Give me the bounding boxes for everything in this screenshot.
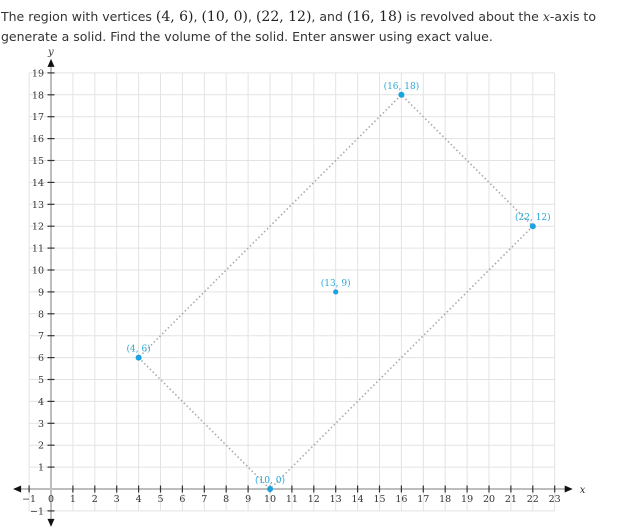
y-tick-label: 1 [38,463,44,474]
x-axis-label: x [580,485,586,496]
x-tick-label: 5 [157,494,163,505]
y-tick-label: 4 [38,397,44,408]
x-axis-left-arrow-icon [13,485,22,493]
x-tick-label: 3 [114,494,120,505]
point-label: (13, 9) [321,278,351,289]
y-tick-label: 13 [32,200,44,211]
x-tick-label: 11 [286,494,298,505]
y-tick-label: 9 [38,287,44,298]
x-tick-label: −1 [22,494,36,505]
y-tick-label: 11 [32,244,44,255]
point-marker [333,289,339,295]
x-tick-label: 23 [549,494,561,505]
x-tick-label: 2 [92,494,98,505]
x-tick-label: 8 [223,494,229,505]
y-tick-label: 18 [32,90,44,101]
x-tick-label: 1 [70,494,76,505]
x-tick-label: 4 [136,494,142,505]
y-tick-label: 10 [32,266,44,277]
x-tick-label: 7 [201,494,207,505]
x-tick-label: 0 [48,494,54,505]
x-tick-label: 14 [352,494,364,505]
y-axis-label: y [47,47,54,58]
y-tick-label: 15 [32,156,44,167]
x-tick-label: 18 [439,494,451,505]
point-marker [267,486,273,492]
x-tick-label: 12 [308,494,320,505]
y-tick-label: 16 [32,134,44,145]
y-tick-label: 2 [38,441,44,452]
y-tick-label: 17 [32,112,44,123]
point-marker [135,354,142,361]
point-marker [529,223,536,230]
y-tick-label: 19 [32,68,44,79]
point-label: (22, 12) [515,212,551,223]
x-axis-right-arrow-icon [564,485,573,493]
x-tick-label: 22 [527,494,539,505]
x-tick-label: 20 [483,494,495,505]
y-tick-label: 5 [38,375,44,386]
y-tick-label: 3 [38,419,44,430]
x-tick-label: 15 [373,494,385,505]
x-tick-label: 6 [179,494,185,505]
point-marker [398,91,405,98]
x-tick-label: 21 [505,494,517,505]
point-label: (16, 18) [384,81,420,92]
axes: xy [13,47,586,527]
x-tick-label: 16 [395,494,407,505]
y-tick-label: 12 [32,222,44,233]
x-tick-label: 19 [461,494,473,505]
y-tick-label: 8 [38,309,44,320]
point-label: (4, 6) [126,344,150,355]
y-tick-label: −1 [30,506,44,517]
grid [28,72,556,512]
coordinate-plane: xy −1 0 1 2 3 4 5 6 7 8 9 10 11 12 13 14 15 16 17 18 19 20 21 2… [13,47,586,527]
y-tick-label: 14 [32,178,44,189]
y-axis-down-arrow-icon [47,518,55,527]
x-tick-label: 17 [417,494,429,505]
point-label: (10, 0) [255,475,285,486]
y-axis-up-arrow-icon [47,58,55,67]
y-tick-label: 7 [38,331,44,342]
points: (4, 6) (10, 0) (22, 12) (16, 18) (13, 9) [126,81,551,492]
x-tick-label: 9 [245,494,251,505]
x-tick-label: 13 [330,494,342,505]
x-tick-label: 10 [264,494,276,505]
y-tick-label: 6 [38,353,44,364]
